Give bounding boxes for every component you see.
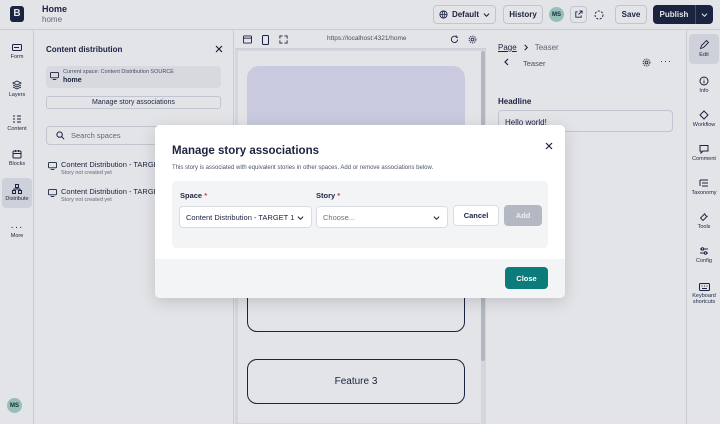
story-label-text: Story [316,191,336,200]
required-mark: * [337,191,341,200]
modal-title: Manage story associations [172,145,319,157]
story-select[interactable]: Choose... [316,206,448,228]
space-select-value: Content Distribution - TARGET 1 [186,212,295,222]
story-select-placeholder: Choose... [323,212,356,222]
story-label: Story * [316,191,340,200]
space-select[interactable]: Content Distribution - TARGET 1 [179,206,312,228]
close-icon[interactable] [544,141,554,151]
modal-description: This story is associated with equivalent… [172,165,434,171]
chevron-down-icon [433,216,440,220]
manage-associations-modal: Manage story associations This story is … [155,125,565,298]
association-form: Space * Story * Content Distribution - T… [172,181,548,248]
add-button[interactable]: Add [504,205,542,226]
cancel-button[interactable]: Cancel [453,205,499,226]
modal-footer: Close [155,259,565,298]
close-button[interactable]: Close [505,267,548,289]
space-label: Space * [180,191,207,200]
required-mark: * [204,191,208,200]
chevron-down-icon [297,216,304,220]
space-label-text: Space [180,191,203,200]
